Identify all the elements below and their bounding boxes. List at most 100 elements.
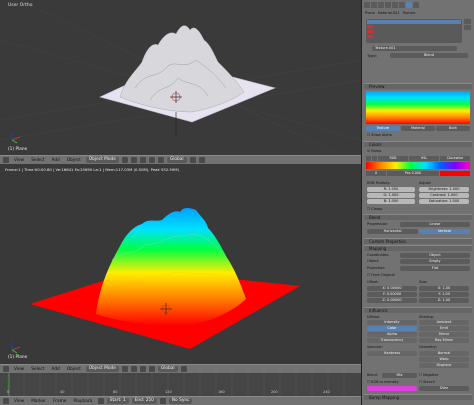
pivot-icon[interactable] xyxy=(130,157,137,163)
blend-panel-header[interactable]: Blend xyxy=(364,214,472,220)
timeline[interactable]: 0 40 80 120 160 200 240 xyxy=(0,373,361,396)
slot-up-icon[interactable] xyxy=(464,19,471,24)
ramp-stop-color[interactable] xyxy=(440,171,470,176)
ramp-remove-icon[interactable] xyxy=(372,156,377,161)
breadcrumb-texture[interactable]: Texture xyxy=(403,11,416,17)
menu-playback[interactable]: Playback xyxy=(71,399,94,404)
object-tab-icon[interactable] xyxy=(385,2,391,8)
preview-panel-header[interactable]: Preview xyxy=(364,83,472,89)
scene-tab-icon[interactable] xyxy=(371,2,377,8)
dvar-field[interactable]: DVar xyxy=(419,386,469,391)
breadcrumb-plane[interactable]: Plane xyxy=(365,11,375,17)
end-field[interactable]: End: 250 xyxy=(131,398,157,404)
menu-select[interactable]: Select xyxy=(29,158,46,163)
texture-slot-list[interactable] xyxy=(366,19,462,43)
top-viewport[interactable]: User Ortho (1) Plane xyxy=(0,0,361,155)
preview-tab-material[interactable]: Material xyxy=(401,126,435,131)
mirror-field[interactable]: Mirror xyxy=(419,332,469,337)
contrast-field[interactable]: Contrast: 1.000 xyxy=(419,193,469,198)
ramp-pos-field[interactable]: Pos 0.000 xyxy=(387,171,439,176)
ray-mirror-field[interactable]: Ray Mirror xyxy=(419,338,469,343)
slot-down-icon[interactable] xyxy=(464,25,471,30)
g-field[interactable]: G: 1.000 xyxy=(367,193,415,198)
ramp-add-icon[interactable] xyxy=(366,156,371,161)
manipulator-icon-2[interactable] xyxy=(139,366,146,372)
coordinates-select[interactable]: Object xyxy=(400,253,470,258)
pivot-icon-2[interactable] xyxy=(130,366,137,372)
menu-object[interactable]: Object xyxy=(65,158,83,163)
breadcrumb-material[interactable]: Material.001 xyxy=(378,11,400,17)
brightness-field[interactable]: Brightness: 1.000 xyxy=(419,187,469,192)
layers-icon[interactable] xyxy=(189,157,196,163)
menu-frame[interactable]: Frame xyxy=(51,399,68,404)
ambient-field[interactable]: Ambient xyxy=(419,320,469,325)
editor-type-icon-2[interactable] xyxy=(3,366,9,372)
type-select[interactable]: Blend xyxy=(390,53,468,58)
horizontal-button[interactable]: Horizontal xyxy=(367,229,418,234)
area-divider[interactable] xyxy=(361,0,362,405)
texture-name-field[interactable]: Texture.001 xyxy=(372,46,457,51)
texture-slot-selected[interactable] xyxy=(367,20,461,24)
stencil-checkbox[interactable]: ☐ Stencil xyxy=(419,380,435,384)
from-original-checkbox[interactable]: ☐ From Original xyxy=(367,273,395,277)
shading-icon-2[interactable] xyxy=(121,366,128,372)
ramp-color-mode[interactable]: HSL xyxy=(409,156,439,161)
modifier-tab-icon[interactable] xyxy=(392,2,398,8)
ramp-checkbox[interactable]: ☑ Ramp xyxy=(367,149,381,153)
r-field[interactable]: R: 1.000 xyxy=(367,187,415,192)
preview-tab-both[interactable]: Both xyxy=(436,126,470,131)
record-icon[interactable] xyxy=(97,398,104,404)
menu-view-3[interactable]: View xyxy=(12,399,26,404)
manipulator-icon[interactable] xyxy=(139,157,146,163)
translate-icon[interactable] xyxy=(148,157,155,163)
texture-slot-2[interactable] xyxy=(367,25,373,28)
offset-y-field[interactable]: Y: 0.00000 xyxy=(367,292,417,297)
texture-tab-icon[interactable] xyxy=(406,2,412,8)
emit-field[interactable]: Emit xyxy=(419,326,469,331)
hardness-field[interactable]: Hardness xyxy=(367,351,417,356)
menu-add[interactable]: Add xyxy=(49,158,61,163)
start-field[interactable]: Start: 1 xyxy=(106,398,129,404)
saturation-field[interactable]: Saturation: 1.000 xyxy=(419,199,469,204)
color-ramp[interactable] xyxy=(366,162,470,169)
mode-select-2[interactable]: Object Mode xyxy=(85,366,119,372)
size-x-field[interactable]: X: 1.00 xyxy=(419,286,469,291)
blend-mode-select[interactable]: Mix xyxy=(382,373,417,378)
bump-mapping-header[interactable]: Bump Mapping xyxy=(364,394,472,400)
editor-type-icon-3[interactable] xyxy=(3,398,9,404)
menu-add-2[interactable]: Add xyxy=(49,367,61,372)
clamp-checkbox[interactable]: ☐ Clamp xyxy=(367,207,382,211)
menu-object-2[interactable]: Object xyxy=(65,367,83,372)
mode-select[interactable]: Object Mode xyxy=(85,157,119,163)
warp-field[interactable]: Warp xyxy=(419,357,469,362)
alpha-field[interactable]: Alpha xyxy=(367,332,417,337)
translucency-field[interactable]: Translucency xyxy=(367,338,417,343)
sync-select[interactable]: No Sync xyxy=(168,398,193,404)
menu-view[interactable]: View xyxy=(12,158,26,163)
texture-slot-4[interactable] xyxy=(367,35,373,38)
menu-view-2[interactable]: View xyxy=(12,367,26,372)
editor-type-icon[interactable] xyxy=(3,157,9,163)
ramp-stop-index[interactable]: 0 xyxy=(366,171,386,176)
vertical-button[interactable]: Vertical xyxy=(419,229,470,234)
offset-x-field[interactable]: X: 0.00000 xyxy=(367,286,417,291)
bottom-viewport[interactable]: Frame:1 | Time:00:00.80 | Ve:16641 Fa:25… xyxy=(0,164,361,364)
menu-marker[interactable]: Marker xyxy=(29,399,48,404)
rgb-intensity-color[interactable] xyxy=(367,386,417,391)
layers-icon-2[interactable] xyxy=(180,366,187,372)
play-icon[interactable] xyxy=(159,398,166,404)
object-select[interactable]: Empty xyxy=(400,259,470,264)
shading-icon[interactable] xyxy=(121,157,128,163)
offset-z-field[interactable]: Z: 0.00000 xyxy=(367,298,417,303)
normal-field[interactable]: Normal xyxy=(419,351,469,356)
material-tab-icon[interactable] xyxy=(399,2,405,8)
displace-field[interactable]: Displace xyxy=(419,363,469,368)
menu-select-2[interactable]: Select xyxy=(29,367,46,372)
orientation-select-2[interactable]: Global xyxy=(157,366,178,372)
snap-icon[interactable] xyxy=(198,157,205,163)
render-tab-icon[interactable] xyxy=(364,2,370,8)
translate-icon-2[interactable] xyxy=(148,366,155,372)
influence-panel-header[interactable]: Influence xyxy=(364,307,472,313)
negative-checkbox[interactable]: ☐ Negative xyxy=(419,373,438,377)
rgb-intensity-checkbox[interactable]: ☐ RGB to Intensity xyxy=(367,380,399,384)
